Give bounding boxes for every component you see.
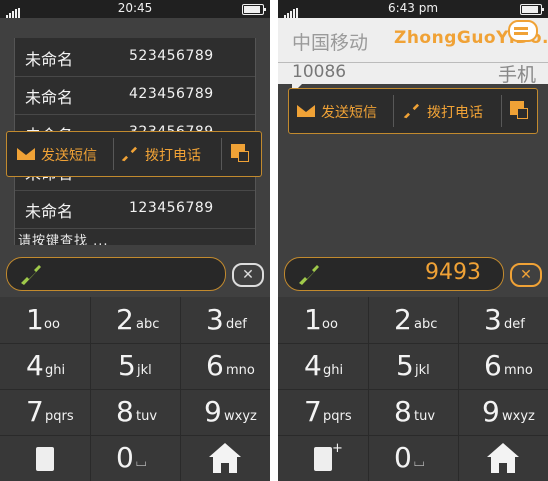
key-7[interactable]: 7 pqrs <box>278 389 369 436</box>
home-button[interactable] <box>180 435 270 481</box>
status-bar: 6:43 pm <box>278 0 548 18</box>
key-3[interactable]: 3 def <box>180 297 270 344</box>
contacts-icon <box>314 447 332 471</box>
key-2[interactable]: 2 abc <box>90 297 181 344</box>
send-sms-button[interactable]: 发送短信 <box>289 89 391 133</box>
contact-action-bar: 发送短信 拨打电话 <box>6 131 262 177</box>
status-time: 6:43 pm <box>387 1 439 15</box>
key-8[interactable]: 8 tuv <box>90 389 181 436</box>
contact-match-area: 中国移动 ZhongGuoYiDo... 10086 手机 发送短信 拨打电话 <box>278 18 548 245</box>
key-8[interactable]: 8 tuv <box>368 389 459 436</box>
key-1[interactable]: 1 oo <box>278 297 369 344</box>
divider <box>501 95 502 127</box>
contact-row[interactable]: 未命名 123456789 <box>15 190 255 229</box>
home-button[interactable] <box>458 435 548 481</box>
key-4[interactable]: 4 ghi <box>278 343 369 390</box>
call-label: 拨打电话 <box>427 105 483 121</box>
dialed-digits: 9493 <box>425 260 481 285</box>
close-icon[interactable] <box>506 97 532 123</box>
call-label: 拨打电话 <box>145 148 201 164</box>
phone-icon <box>121 146 137 162</box>
contact-number: 523456789 <box>129 48 214 64</box>
key-0[interactable]: 0 ⌴ <box>90 435 181 481</box>
key-0[interactable]: 0 ⌴ <box>368 435 459 481</box>
contact-action-bar: 发送短信 拨打电话 <box>288 88 538 134</box>
contact-number: 10086 <box>292 62 347 82</box>
divider <box>113 138 114 170</box>
contact-name: 中国移动 <box>292 32 369 54</box>
envelope-icon <box>297 105 315 117</box>
contact-name: 未命名 <box>25 88 74 107</box>
phone-icon <box>297 264 319 286</box>
close-icon[interactable] <box>227 140 253 166</box>
send-sms-label: 发送短信 <box>321 105 377 121</box>
dial-number-input[interactable] <box>6 257 226 291</box>
key-9[interactable]: 9 wxyz <box>458 389 548 436</box>
message-icon[interactable] <box>508 20 538 42</box>
contacts-button[interactable] <box>0 435 91 481</box>
matched-contact[interactable]: 中国移动 ZhongGuoYiDo... 10086 手机 <box>278 18 548 86</box>
dial-number-input[interactable]: 9493 <box>284 257 504 291</box>
status-time: 20:45 <box>117 1 153 15</box>
contact-name: 未命名 <box>25 202 74 221</box>
add-contact-button[interactable]: + <box>278 435 369 481</box>
key-9[interactable]: 9 wxyz <box>180 389 270 436</box>
divider <box>393 95 394 127</box>
key-4[interactable]: 4 ghi <box>0 343 91 390</box>
backspace-icon[interactable]: ✕ <box>510 263 542 287</box>
number-type: 手机 <box>497 64 536 86</box>
home-icon <box>209 443 241 473</box>
search-results-area: 未命名 523456789 未命名 423456789 未命名 32345678… <box>0 18 270 263</box>
dial-keypad: 1 oo 2 abc 3 def 4 ghi 5 jkl 6 mno 7 pqrs 8 tuv … <box>278 297 548 481</box>
home-icon <box>487 443 519 473</box>
key-5[interactable]: 5 jkl <box>368 343 459 390</box>
contact-row[interactable]: 未命名 523456789 <box>15 38 255 77</box>
envelope-icon <box>17 148 35 160</box>
call-button[interactable]: 拨打电话 <box>115 132 219 176</box>
contact-number: 123456789 <box>129 200 214 216</box>
backspace-icon[interactable]: ✕ <box>232 263 264 287</box>
battery-icon <box>242 4 266 15</box>
key-6[interactable]: 6 mno <box>458 343 548 390</box>
status-bar: 20:45 <box>0 0 270 18</box>
key-2[interactable]: 2 abc <box>368 297 459 344</box>
contacts-icon <box>36 447 54 471</box>
key-6[interactable]: 6 mno <box>180 343 270 390</box>
call-button[interactable]: 拨打电话 <box>395 89 499 133</box>
dial-keypad: 1 oo 2 abc 3 def 4 ghi 5 jkl 6 mno 7 pqrs 8 tuv … <box>0 297 270 481</box>
send-sms-button[interactable]: 发送短信 <box>7 132 111 176</box>
battery-icon <box>520 4 544 15</box>
key-3[interactable]: 3 def <box>458 297 548 344</box>
dial-input-area: ✕ <box>0 245 270 297</box>
contact-row[interactable]: 未命名 423456789 <box>15 76 255 115</box>
contact-name: 未命名 <box>25 50 74 69</box>
key-5[interactable]: 5 jkl <box>90 343 181 390</box>
phone-screen-left: 20:45 未命名 523456789 未命名 423456789 未命名 32… <box>0 0 270 481</box>
send-sms-label: 发送短信 <box>41 148 97 164</box>
dial-input-area: 9493 ✕ <box>278 245 548 297</box>
phone-icon <box>19 264 41 286</box>
phone-icon <box>403 103 419 119</box>
plus-icon: + <box>332 441 343 456</box>
key-7[interactable]: 7 pqrs <box>0 389 91 436</box>
contact-number: 423456789 <box>129 86 214 102</box>
phone-screen-right: 6:43 pm 中国移动 ZhongGuoYiDo... 10086 手机 发送… <box>278 0 548 481</box>
divider <box>221 138 222 170</box>
key-1[interactable]: 1 oo <box>0 297 91 344</box>
